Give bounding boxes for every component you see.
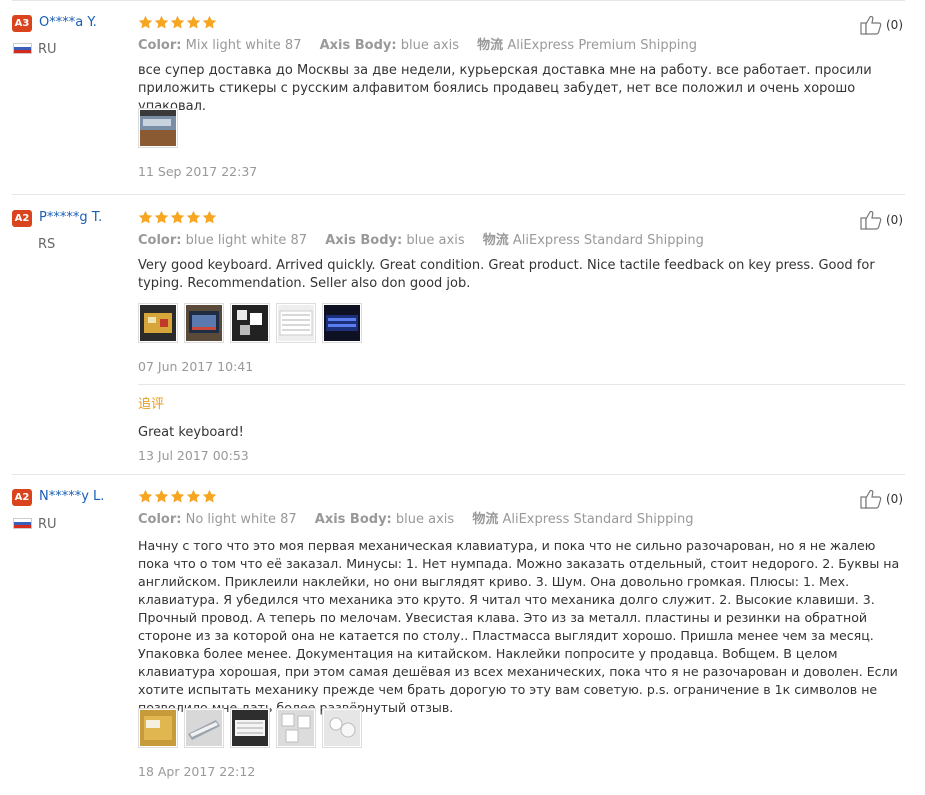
axis-label: Axis Body: [325, 233, 403, 248]
helpful-button[interactable]: (0) [860, 488, 903, 510]
order-attributes: Color: Mix light white 87 Axis Body: blu… [138, 37, 711, 55]
axis-label: Axis Body: [319, 38, 397, 53]
review-text: Начну с того что это моя первая механиче… [138, 538, 900, 715]
reviewer-country: RU [38, 517, 57, 532]
shipping-value: AliExpress Standard Shipping [512, 233, 704, 248]
review-photos [138, 108, 178, 148]
review-photo[interactable] [138, 108, 178, 148]
star-icon [186, 489, 201, 503]
helpful-button[interactable]: (0) [860, 14, 903, 36]
star-icon [154, 210, 169, 224]
review-photo[interactable] [138, 708, 178, 748]
additional-review-date: 13 Jul 2017 00:53 [138, 448, 249, 463]
color-value: Mix light white 87 [185, 38, 302, 53]
shipping-value: AliExpress Premium Shipping [507, 38, 698, 53]
order-attributes: Color: blue light white 87 Axis Body: bl… [138, 232, 718, 250]
star-icon [186, 210, 201, 224]
color-label: Color: [138, 233, 182, 248]
star-icon [154, 489, 169, 503]
helpful-count: (0) [886, 18, 903, 32]
star-icon [138, 210, 153, 224]
star-icon [202, 489, 217, 503]
star-icon [170, 15, 185, 29]
reviewer-country: RU [38, 42, 57, 57]
photo-keycaps-white [278, 710, 314, 746]
review-photo[interactable] [230, 708, 270, 748]
photo-package [140, 305, 176, 341]
photo-keyboard-box [186, 305, 222, 341]
reviewer-name[interactable]: O****a Y. [39, 14, 97, 32]
review-photos [138, 303, 362, 343]
buyer-level-badge: A3 [12, 15, 32, 32]
review-photo[interactable] [230, 303, 270, 343]
review-photo[interactable] [322, 303, 362, 343]
star-icon [202, 15, 217, 29]
thumbs-up-icon [860, 15, 882, 35]
order-attributes: Color: No light white 87 Axis Body: blue… [138, 511, 707, 529]
photo-keyboard-top [232, 710, 268, 746]
star-icon [170, 489, 185, 503]
axis-label: Axis Body: [314, 512, 392, 527]
review-photo[interactable] [276, 708, 316, 748]
buyer-level-badge: A2 [12, 489, 32, 506]
thumbs-up-icon [860, 210, 882, 230]
review-photo[interactable] [184, 708, 224, 748]
star-rating [138, 210, 217, 226]
axis-value: blue axis [406, 233, 465, 248]
reviewer-country: RS [38, 237, 56, 252]
additional-review-divider [138, 384, 905, 385]
photo-parcel [140, 710, 176, 746]
russia-flag-icon [13, 518, 32, 529]
star-rating [138, 15, 217, 31]
star-rating [138, 489, 217, 505]
helpful-button[interactable]: (0) [860, 209, 903, 231]
shipping-label: 物流 [472, 512, 499, 527]
photo-keycaps-dark [232, 305, 268, 341]
review-divider [12, 194, 905, 195]
review-text: все супер доставка до Москвы за две неде… [138, 63, 872, 114]
russia-flag-icon [13, 43, 32, 54]
axis-value: blue axis [395, 512, 455, 527]
photo-keyboard-angle [186, 710, 222, 746]
axis-value: blue axis [400, 38, 460, 53]
color-value: No light white 87 [185, 512, 297, 527]
photo-keyboard-desk [140, 110, 176, 146]
star-icon [186, 15, 201, 29]
shipping-label: 物流 [482, 233, 509, 248]
helpful-count: (0) [886, 492, 903, 506]
top-divider [12, 0, 905, 1]
review-date: 07 Jun 2017 10:41 [138, 359, 254, 374]
photo-keyboard-white [278, 305, 314, 341]
review-date: 11 Sep 2017 22:37 [138, 164, 258, 179]
review-date: 18 Apr 2017 22:12 [138, 764, 256, 779]
star-icon [170, 210, 185, 224]
review-photo[interactable] [322, 708, 362, 748]
review-photo[interactable] [276, 303, 316, 343]
thumbs-up-icon [860, 489, 882, 509]
star-icon [138, 15, 153, 29]
star-icon [202, 210, 217, 224]
star-icon [154, 15, 169, 29]
photo-keyboard-lit [324, 305, 360, 341]
helpful-count: (0) [886, 213, 903, 227]
review-divider [12, 474, 905, 475]
color-label: Color: [138, 38, 182, 53]
review-photos [138, 708, 362, 748]
reviewer-name[interactable]: P*****g T. [39, 209, 102, 227]
color-label: Color: [138, 512, 182, 527]
shipping-label: 物流 [477, 38, 504, 53]
color-value: blue light white 87 [185, 233, 308, 248]
star-icon [138, 489, 153, 503]
photo-keycaps-close [324, 710, 360, 746]
review-photo[interactable] [184, 303, 224, 343]
buyer-level-badge: A2 [12, 210, 32, 227]
reviewer-name[interactable]: N*****y L. [39, 488, 104, 506]
shipping-value: AliExpress Standard Shipping [502, 512, 694, 527]
additional-review-text: Great keyboard! [138, 425, 244, 440]
review-text: Very good keyboard. Arrived quickly. Gre… [138, 258, 875, 291]
additional-review-label: 追评 [138, 397, 165, 412]
review-photo[interactable] [138, 303, 178, 343]
